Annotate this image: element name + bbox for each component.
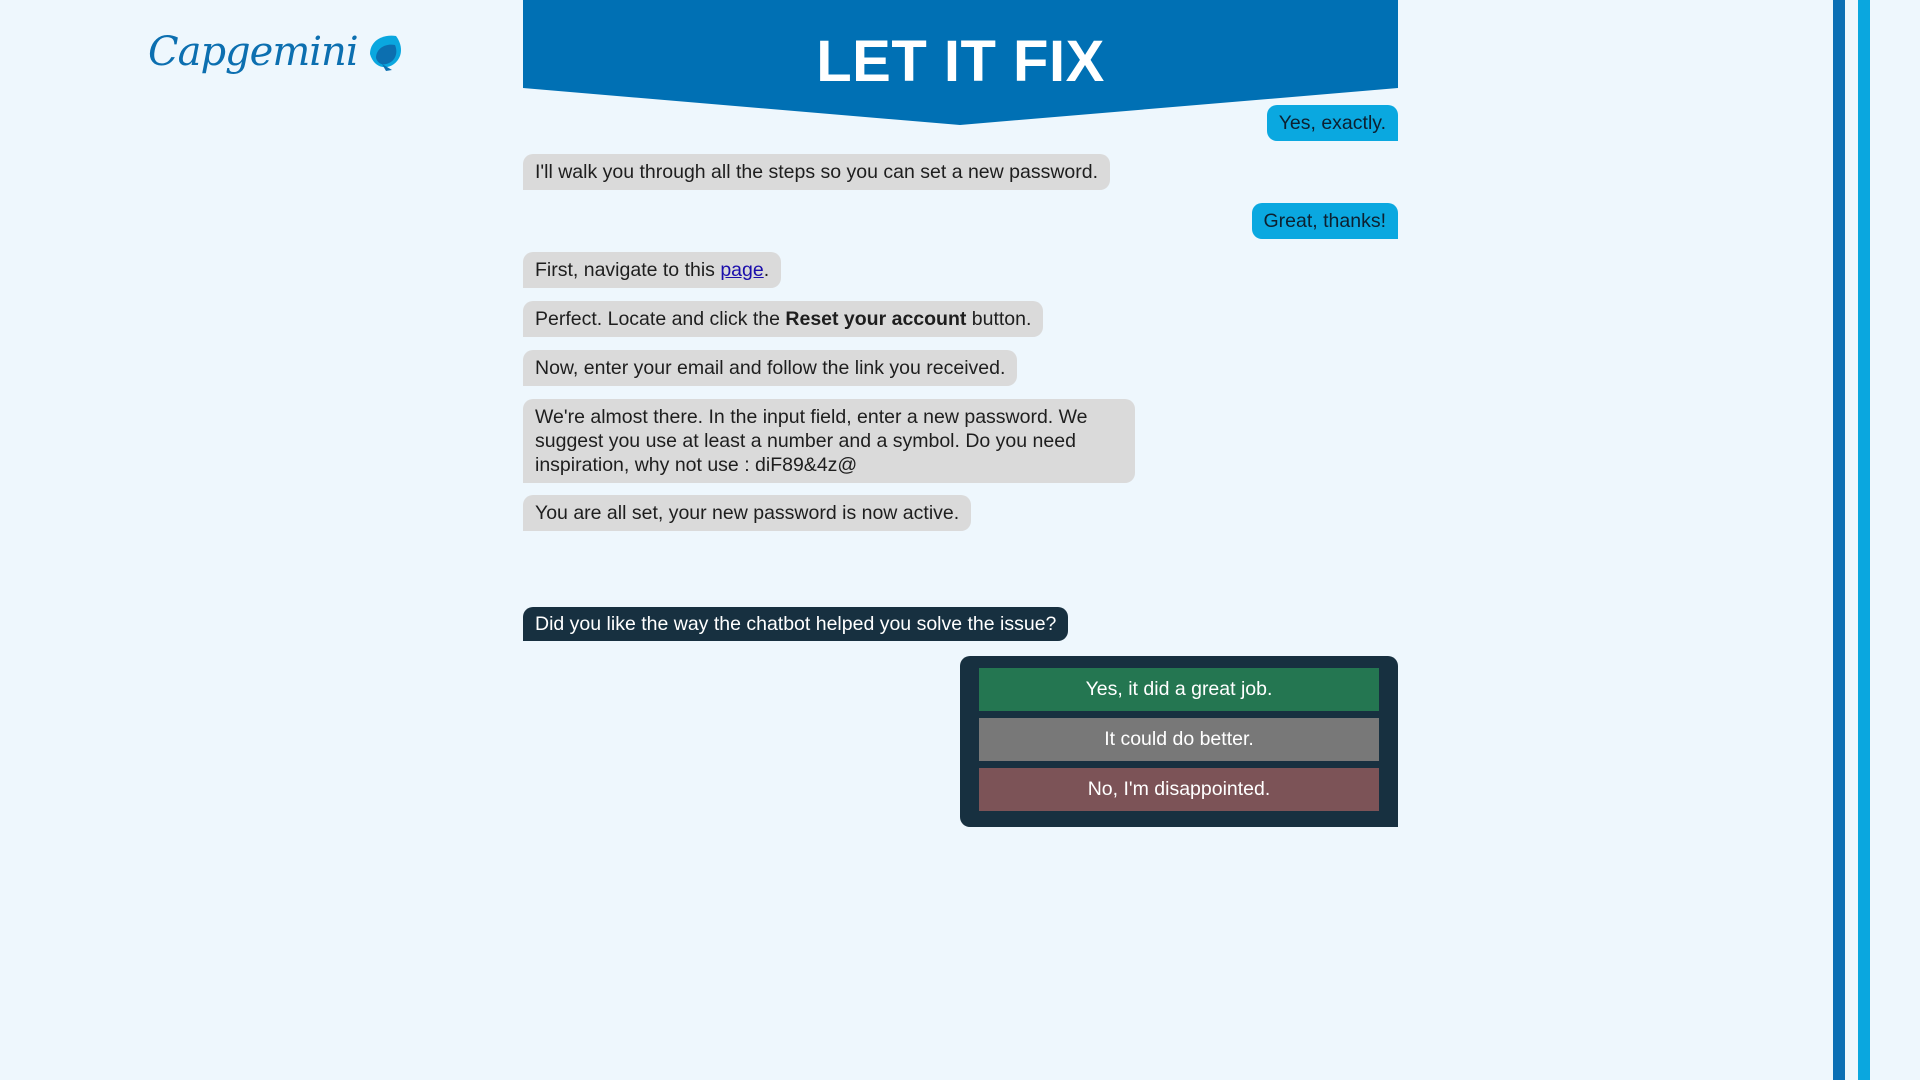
page-title: LET IT FIX: [816, 29, 1105, 94]
feedback-panel: Yes, it did a great job. It could do bet…: [960, 656, 1398, 827]
could-do-better-button[interactable]: It could do better.: [979, 718, 1379, 761]
logo-wordmark: Capgemini: [148, 29, 359, 75]
bot-message: You are all set, your new password is no…: [523, 495, 972, 531]
great-job-button[interactable]: Yes, it did a great job.: [979, 668, 1379, 711]
message-text: First, navigate to this: [535, 259, 721, 281]
user-message: Yes, exactly.: [1266, 105, 1398, 141]
header-banner: LET IT FIX: [523, 0, 1398, 125]
message-text: .: [763, 259, 770, 281]
bot-message: First, navigate to this page.: [523, 252, 782, 288]
capgemini-logo: Capgemini: [148, 30, 406, 74]
page-link[interactable]: page: [720, 259, 763, 281]
spade-icon: [369, 35, 401, 71]
disappointed-button[interactable]: No, I'm disappointed.: [979, 768, 1379, 811]
bot-message: Perfect. Locate and click the Reset your…: [523, 301, 1044, 337]
decorative-stripe-light: [1858, 0, 1870, 1080]
bot-message: We're almost there. In the input field, …: [523, 399, 1135, 483]
bot-message: I'll walk you through all the steps so y…: [523, 154, 1111, 190]
message-text: Perfect. Locate and click the: [535, 308, 786, 330]
message-text: button.: [966, 308, 1032, 330]
bot-message: Now, enter your email and follow the lin…: [523, 350, 1018, 386]
user-message: Great, thanks!: [1251, 203, 1398, 239]
feedback-question: Did you like the way the chatbot helped …: [523, 607, 1069, 641]
reset-account-label: Reset your account: [785, 308, 967, 330]
decorative-stripe-dark: [1833, 0, 1845, 1080]
